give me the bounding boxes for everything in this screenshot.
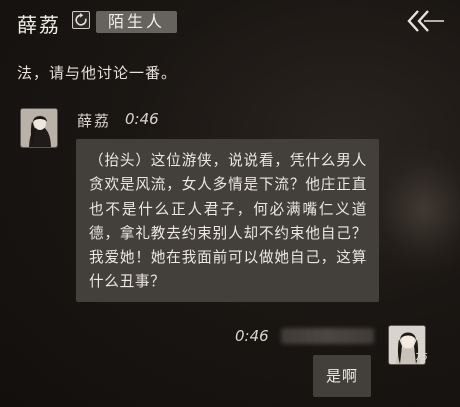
double-chevron-left-icon (407, 10, 444, 32)
incoming-message-bubble: （抬头）这位游侠，说说看，凭什么男人贪欢是风流，女人多情是下流？他庄正直也不是什… (76, 139, 379, 302)
refresh-icon[interactable] (72, 11, 90, 29)
chat-screen: 薛荔 陌生人 法，请与他讨论一番。 薛荔 0:46 （抬头）这位游侠，说说看，凭… (0, 0, 460, 407)
outgoing-message-bubble: 是啊 (313, 355, 371, 397)
outgoing-message-time: 0:46 (235, 327, 269, 345)
player-level-badge: 75 (415, 352, 428, 363)
background-scene (370, 150, 460, 270)
back-button[interactable] (406, 6, 450, 36)
message-time: 0:46 (125, 110, 159, 128)
previous-message-text: 法，请与他讨论一番。 (17, 64, 178, 82)
contact-name: 薛荔 (17, 13, 61, 37)
relation-badge: 陌生人 (96, 11, 178, 33)
player-name-blurred (281, 328, 374, 344)
chat-header: 薛荔 陌生人 (0, 0, 460, 46)
contact-avatar[interactable] (20, 108, 58, 148)
sender-name: 薛荔 (77, 112, 112, 130)
